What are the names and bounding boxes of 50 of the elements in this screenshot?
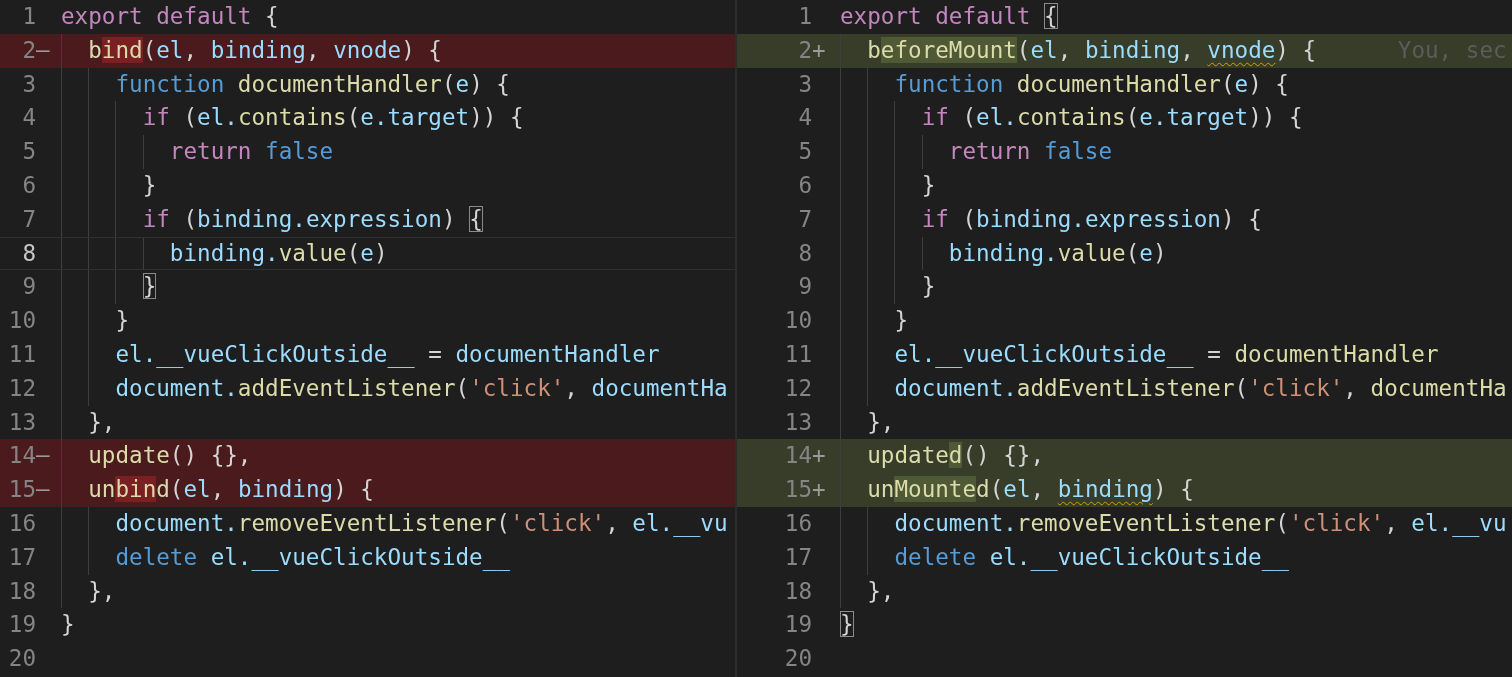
code-line: } [840, 610, 854, 640]
diff-marker: + [812, 476, 826, 503]
line-number: 12 [783, 373, 812, 403]
line-number: 11 [783, 339, 812, 369]
line-number: 7 [21, 204, 36, 234]
line-number: 5 [797, 137, 812, 167]
line-number: 18 [783, 576, 812, 606]
line-number: 15 [7, 475, 36, 505]
line-number: 6 [21, 171, 36, 200]
line-number: 20 [7, 644, 36, 674]
line-number: 17 [783, 542, 812, 572]
line-number: 14 [783, 441, 812, 471]
line-number: 12 [7, 373, 36, 403]
line-number: 7 [797, 204, 812, 234]
line-number: 19 [7, 610, 36, 640]
line-number: 10 [7, 306, 36, 336]
line-number: 9 [21, 272, 36, 302]
line-number: 13 [7, 407, 36, 437]
line-number: 14 [7, 441, 36, 471]
code-line: export default { [61, 2, 279, 31]
line-number: 6 [797, 171, 812, 200]
line-number: 1 [797, 2, 812, 31]
line-number: 2 [21, 35, 36, 65]
diff-marker: — [36, 476, 50, 503]
line-number: 18 [7, 576, 36, 606]
line-number: 4 [797, 103, 812, 133]
line-number: 17 [7, 542, 36, 572]
line-number: 4 [21, 103, 36, 133]
line-number: 9 [797, 272, 812, 302]
line-number: 1 [21, 2, 36, 31]
line-number: 20 [783, 644, 812, 674]
line-number: 2 [797, 35, 812, 65]
line-number: 5 [21, 137, 36, 167]
line-number: 16 [783, 508, 812, 538]
line-number: 8 [21, 238, 36, 268]
line-number: 3 [797, 69, 812, 99]
line-number: 8 [797, 238, 812, 268]
line-number: 16 [7, 508, 36, 538]
diff-marker: — [36, 442, 50, 469]
line-number: 19 [783, 610, 812, 640]
diff-marker: + [812, 442, 826, 469]
line-number: 3 [21, 69, 36, 99]
line-number: 10 [783, 306, 812, 336]
line-number: 13 [783, 407, 812, 437]
code-line: } [61, 610, 75, 640]
line-number: 15 [783, 475, 812, 505]
code-line: export default { [840, 2, 1058, 31]
diff-marker: — [36, 36, 50, 63]
diff-marker: + [812, 36, 826, 63]
line-number: 11 [7, 339, 36, 369]
